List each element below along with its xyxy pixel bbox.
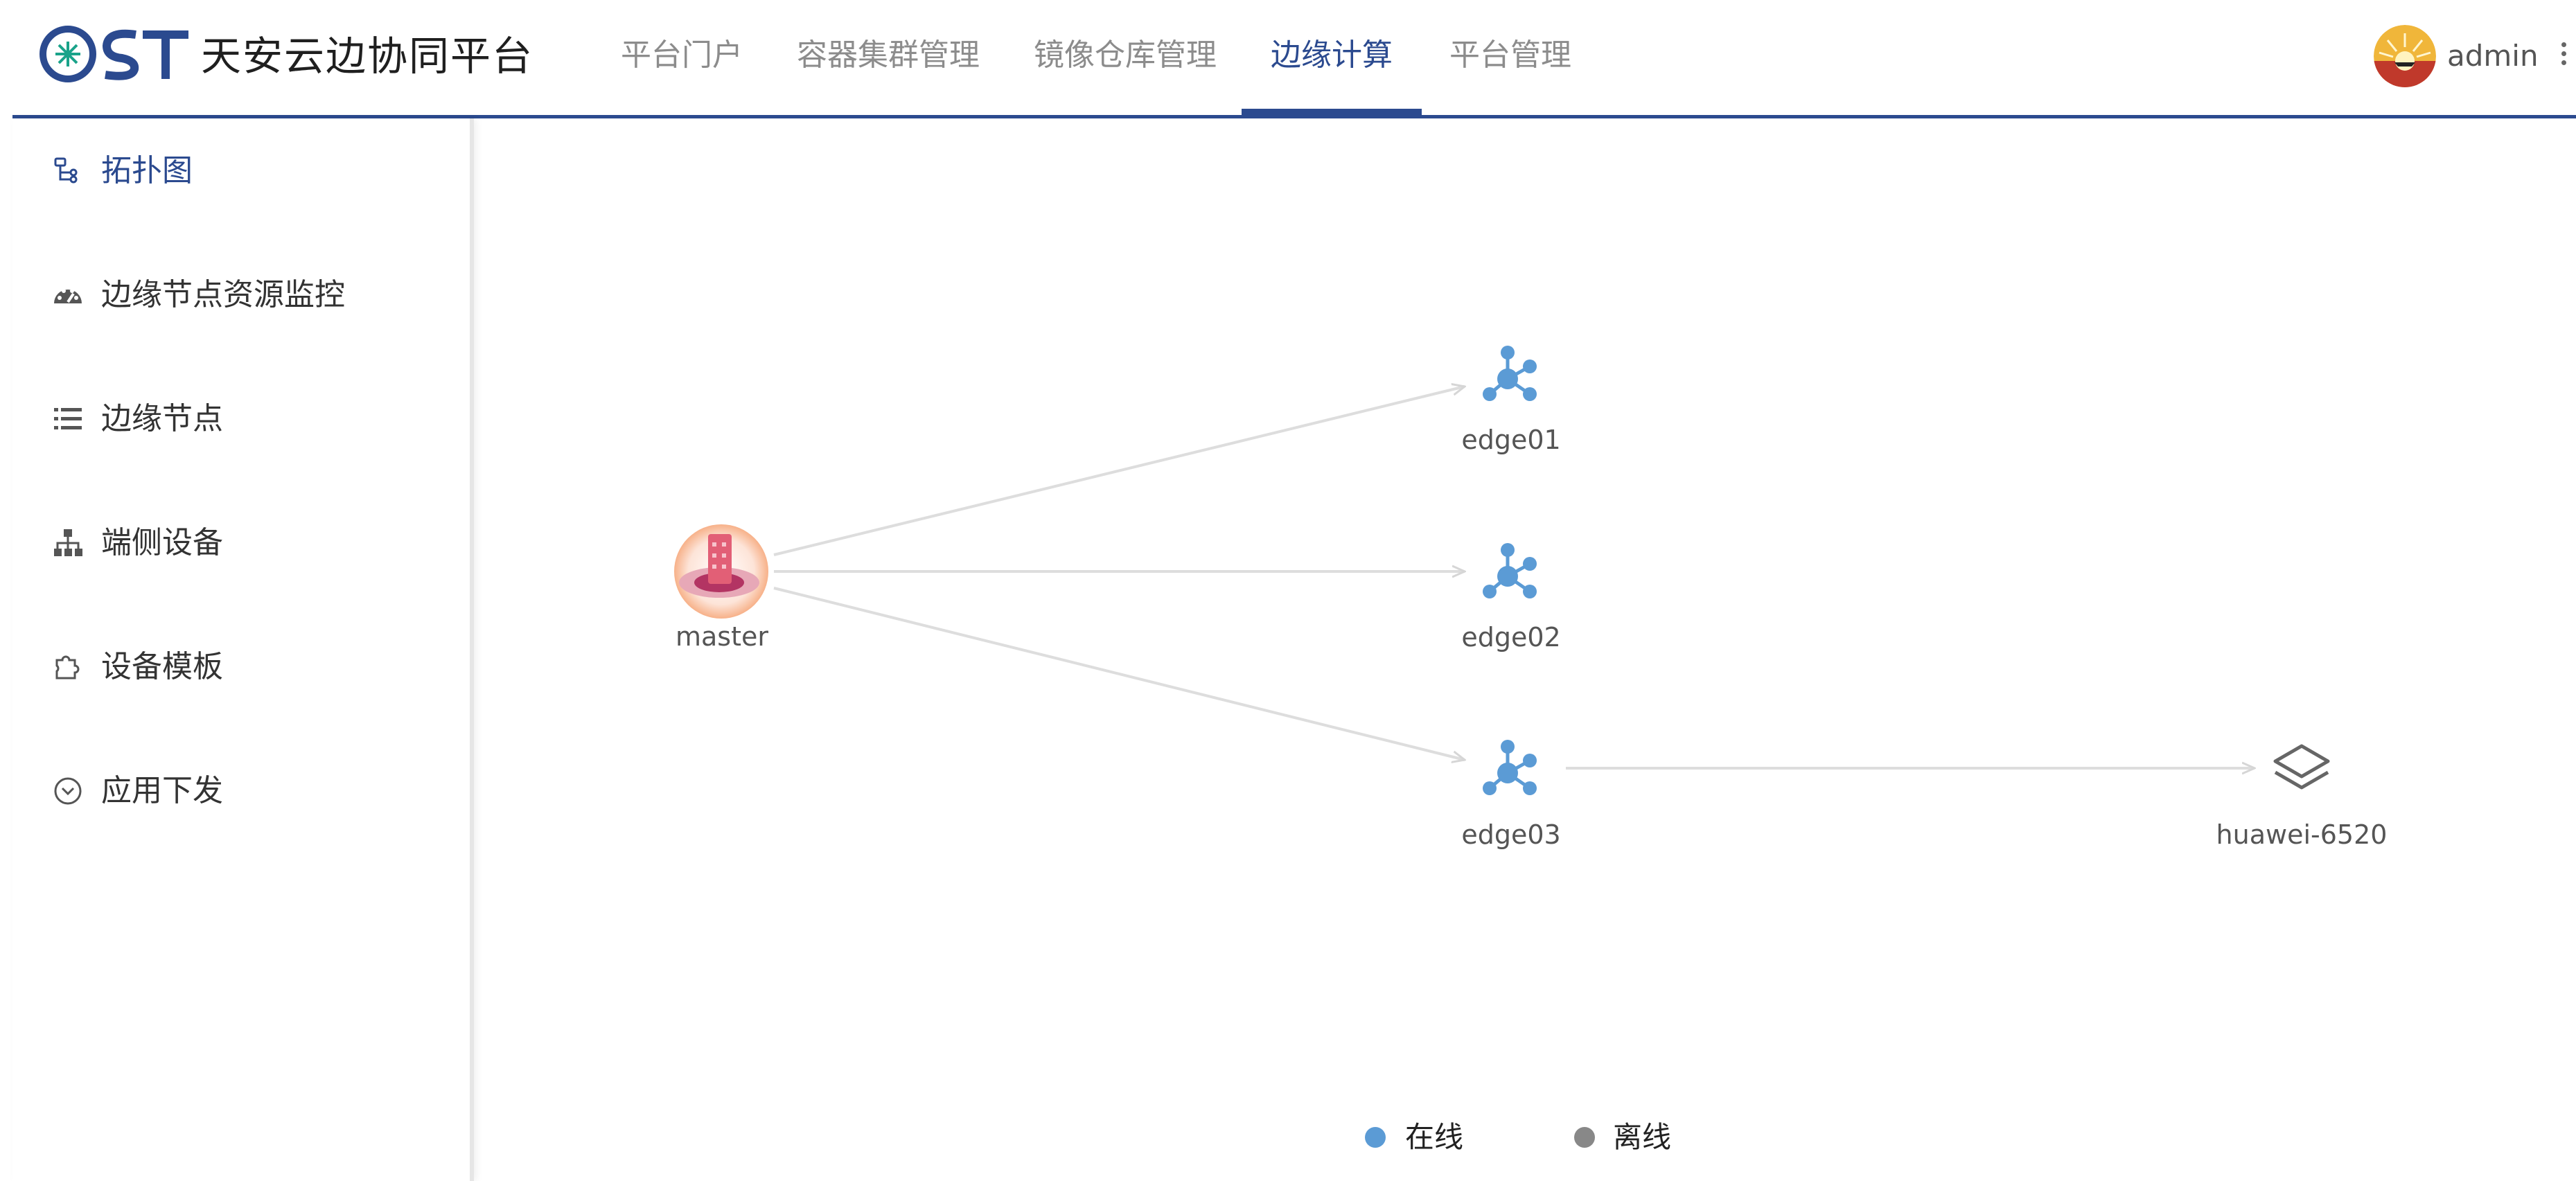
- nav-platform-portal[interactable]: 平台门户: [621, 0, 743, 115]
- app-title: 天安云边协同平台: [201, 33, 534, 80]
- node-label-edge01: edge01: [1461, 425, 1561, 455]
- sidebar-item-app-deploy[interactable]: 应用下发: [12, 749, 470, 833]
- dashboard-gauge-icon: [54, 289, 82, 303]
- sunrise-avatar-icon[interactable]: [2374, 25, 2436, 87]
- sidebar-item-label: 应用下发: [101, 773, 223, 808]
- sidebar-item-label: 边缘节点: [101, 401, 223, 436]
- username[interactable]: admin: [2447, 32, 2539, 80]
- legend-online-label[interactable]: 在线: [1405, 1117, 1463, 1158]
- circle-chevron-down-icon: [54, 777, 82, 805]
- window-edge: [0, 0, 12, 1181]
- edge03-node-icon[interactable]: [1483, 740, 1537, 795]
- topology-edge-master-edge03: [773, 587, 1465, 760]
- puzzle-icon: [55, 655, 80, 680]
- nav-platform-admin[interactable]: 平台管理: [1449, 0, 1571, 115]
- nav-edge-computing[interactable]: 边缘计算: [1242, 0, 1422, 118]
- list-icon: [54, 408, 82, 429]
- node-label-huawei: huawei-6520: [2216, 819, 2388, 850]
- sidebar-item-label: 端侧设备: [101, 525, 223, 560]
- sitemap-icon: [54, 529, 82, 556]
- nav-image-registry[interactable]: 镜像仓库管理: [1034, 0, 1217, 115]
- legend-offline-dot: [1574, 1127, 1595, 1148]
- sidebar-item-label: 设备模板: [101, 649, 223, 684]
- sidebar: 拓扑图 边缘节点资源监控 边缘节点 端侧设备 设备模板 应用下发: [12, 118, 474, 1181]
- sidebar-item-device-templates[interactable]: 设备模板: [12, 625, 470, 709]
- legend-offline-label[interactable]: 离线: [1613, 1117, 1671, 1158]
- sidebar-item-label: 拓扑图: [101, 153, 193, 188]
- sidebar-item-label: 边缘节点资源监控: [101, 277, 345, 312]
- node-label-edge02: edge02: [1461, 622, 1561, 652]
- topology-edge-master-edge01: [773, 387, 1465, 556]
- sidebar-item-edge-nodes[interactable]: 边缘节点: [12, 378, 470, 461]
- sidebar-item-end-devices[interactable]: 端侧设备: [12, 501, 470, 585]
- legend-online-dot: [1365, 1127, 1386, 1148]
- master-node-icon[interactable]: [674, 524, 768, 619]
- topology-icon: [54, 157, 78, 184]
- edge02-node-icon[interactable]: [1483, 543, 1537, 598]
- node-label-edge03: edge03: [1461, 819, 1561, 850]
- sidebar-item-edge-monitor[interactable]: 边缘节点资源监控: [12, 254, 470, 337]
- node-label-master: master: [675, 621, 769, 652]
- edge01-node-icon[interactable]: [1483, 346, 1537, 401]
- sidebar-item-topology[interactable]: 拓扑图: [12, 130, 470, 213]
- top-header: 天安云边协同平台 平台门户 容器集群管理 镜像仓库管理 边缘计算 平台管理 ad…: [12, 0, 2576, 118]
- status-legend: 在线 离线: [474, 1117, 2576, 1158]
- device-layers-icon[interactable]: [2273, 744, 2330, 790]
- topology-canvas: master edge01 edge02 edge03 huawei-6520 …: [474, 118, 2576, 1181]
- ost-logo: [39, 26, 188, 82]
- more-vertical-icon[interactable]: [2558, 40, 2569, 73]
- nav-container-cluster[interactable]: 容器集群管理: [797, 0, 980, 115]
